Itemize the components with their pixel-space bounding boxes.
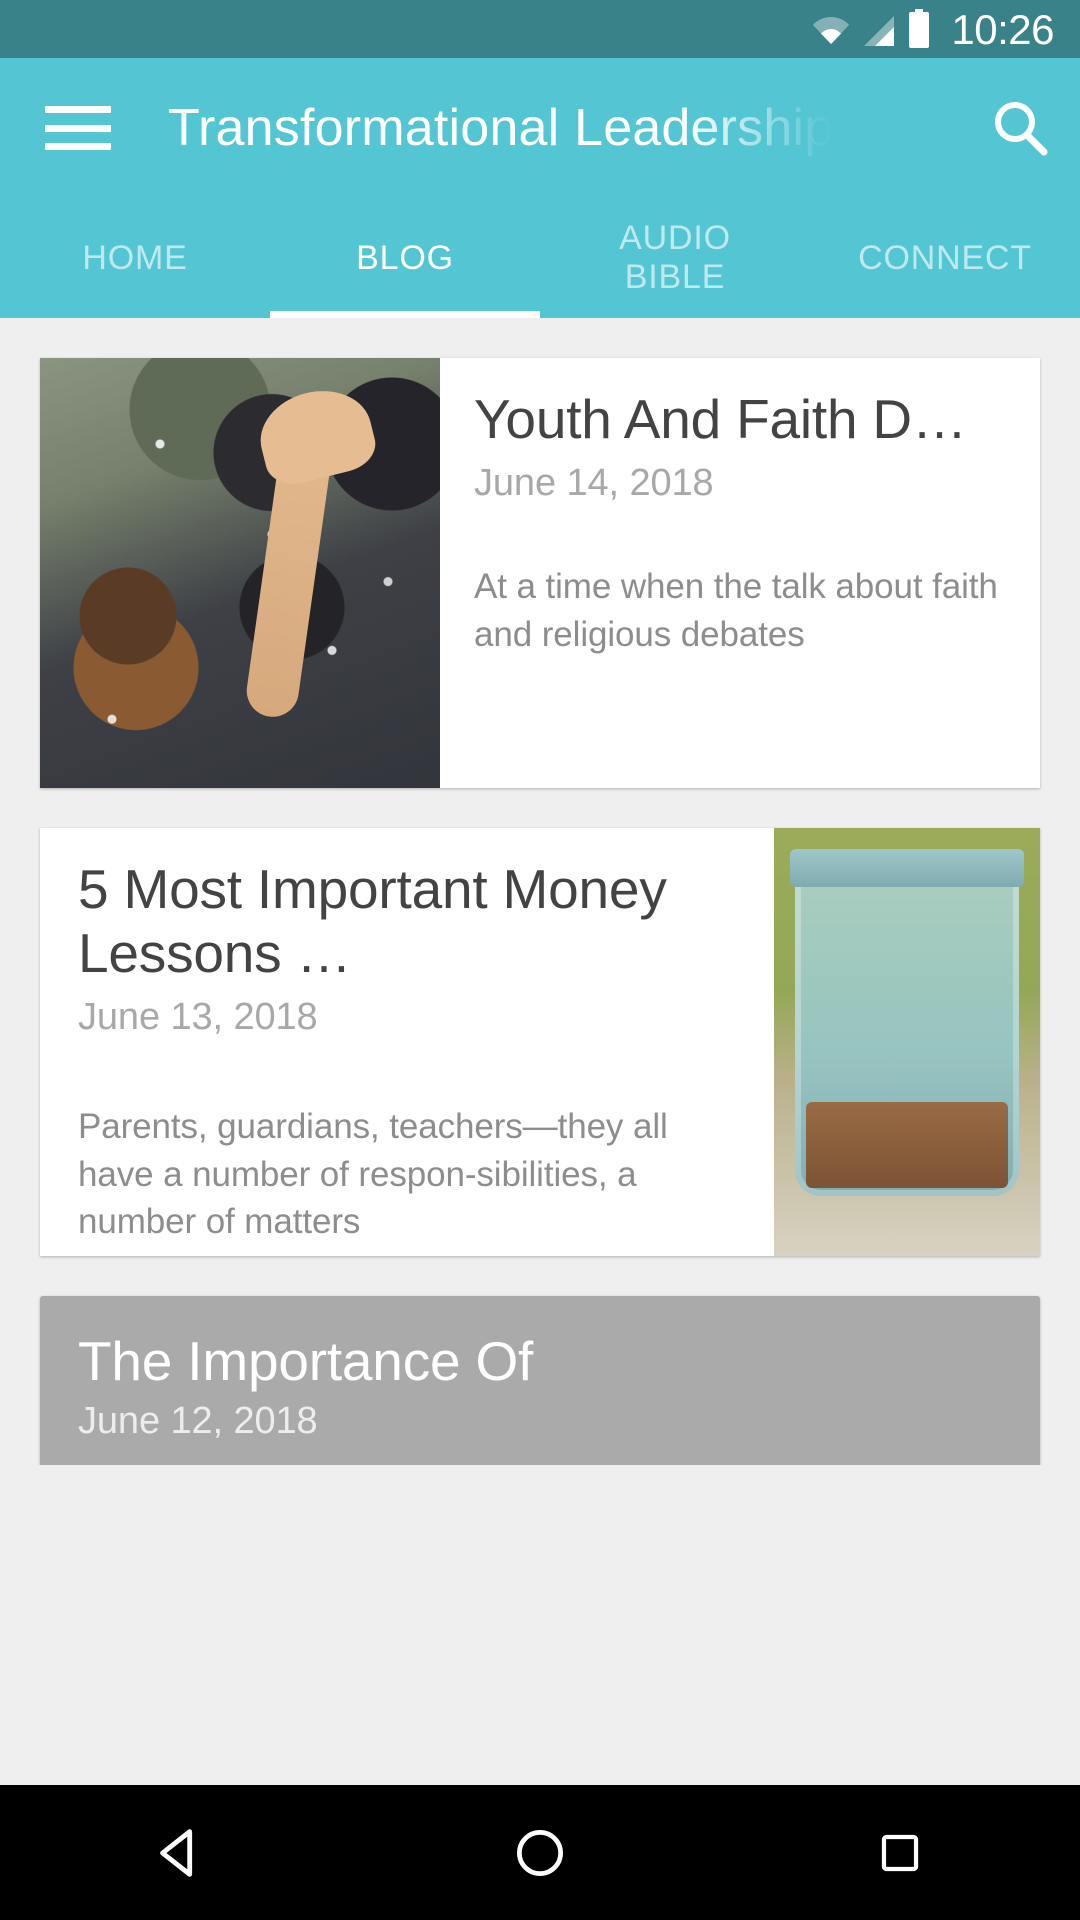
- tab-audio-bible-label: AUDIO BIBLE: [619, 219, 731, 296]
- blog-card-body: 5 Most Important Money Lessons … June 13…: [40, 828, 774, 1256]
- back-button[interactable]: [105, 1785, 255, 1920]
- status-bar: 10:26: [0, 0, 1080, 58]
- tab-home-label: HOME: [82, 238, 188, 277]
- blog-card-body: The Importance Of June 12, 2018: [40, 1296, 1040, 1465]
- blog-card-date: June 13, 2018: [78, 995, 318, 1038]
- tab-home[interactable]: HOME: [0, 198, 270, 318]
- blog-card-body: Youth And Faith D… June 14, 2018 At a ti…: [440, 358, 1040, 788]
- blog-card-date: June 14, 2018: [474, 461, 714, 504]
- tab-bar: HOME BLOG AUDIO BIBLE CONNECT: [0, 198, 1080, 318]
- phone-screen: 10:26 Transformational Leadership HOME B…: [0, 0, 1080, 1920]
- blog-card-title: 5 Most Important Money Lessons …: [78, 858, 667, 984]
- blog-card-image: [774, 828, 1040, 1256]
- tab-indicator: [540, 311, 810, 318]
- recent-apps-button[interactable]: [825, 1785, 975, 1920]
- status-bar-clock: 10:26: [951, 6, 1054, 53]
- home-button[interactable]: [465, 1785, 615, 1920]
- app-title-container: Transformational Leadership: [168, 58, 960, 198]
- status-bar-icons: [812, 9, 930, 49]
- blog-card-title: The Importance Of: [78, 1330, 534, 1392]
- hamburger-menu-icon[interactable]: [45, 106, 111, 150]
- blog-card-excerpt: At a time when the talk about faith and …: [474, 566, 998, 654]
- tab-audio-bible[interactable]: AUDIO BIBLE: [540, 198, 810, 318]
- tab-connect[interactable]: CONNECT: [810, 198, 1080, 318]
- blog-card-pressed[interactable]: The Importance Of June 12, 2018: [40, 1296, 1040, 1465]
- search-icon[interactable]: [960, 58, 1080, 198]
- tab-blog-label: BLOG: [356, 238, 454, 277]
- blog-card-image: [40, 358, 440, 788]
- app-bar: Transformational Leadership: [0, 58, 1080, 198]
- tab-indicator-active: [270, 311, 540, 318]
- page-title: Transformational Leadership: [168, 99, 834, 157]
- tab-connect-label: CONNECT: [858, 238, 1032, 277]
- tab-indicator: [0, 311, 270, 318]
- battery-icon: [908, 9, 930, 49]
- tab-blog[interactable]: BLOG: [270, 198, 540, 318]
- blog-list[interactable]: Youth And Faith D… June 14, 2018 At a ti…: [0, 318, 1080, 1465]
- blog-card[interactable]: Youth And Faith D… June 14, 2018 At a ti…: [40, 358, 1040, 788]
- blog-card-title: Youth And Faith D…: [474, 388, 967, 450]
- blog-card-date: June 12, 2018: [78, 1399, 318, 1442]
- android-navigation-bar: [0, 1785, 1080, 1920]
- signal-icon: [861, 13, 897, 49]
- blog-card[interactable]: 5 Most Important Money Lessons … June 13…: [40, 828, 1040, 1256]
- blog-card-excerpt: Parents, guardians, teachers—they all ha…: [78, 1106, 668, 1242]
- tab-indicator: [810, 311, 1080, 318]
- wifi-icon: [812, 11, 850, 49]
